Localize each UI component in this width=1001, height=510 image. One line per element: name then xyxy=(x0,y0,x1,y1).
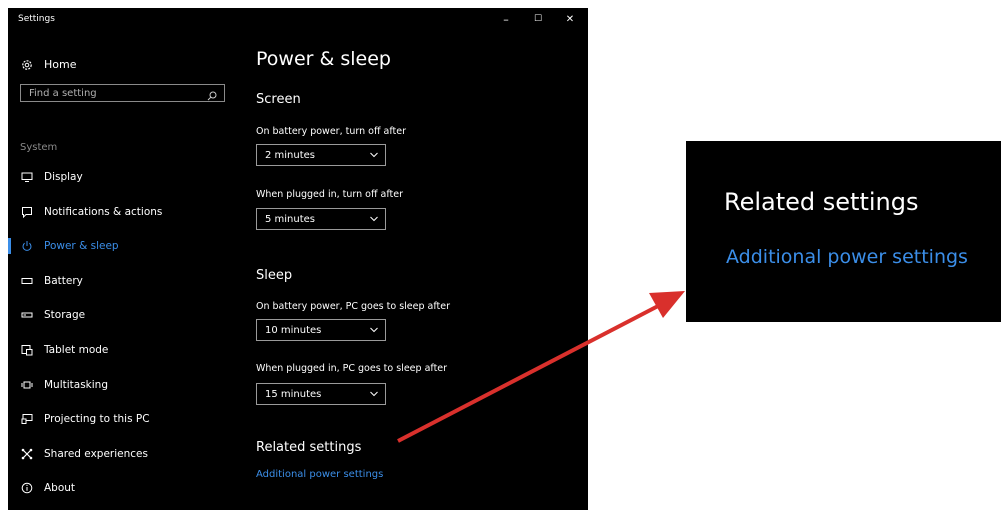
section-label-system: System xyxy=(20,142,58,153)
chevron-down-icon xyxy=(369,150,379,160)
maximize-button[interactable]: ☐ xyxy=(523,10,553,28)
screen-plugged-dropdown[interactable]: 5 minutes xyxy=(256,208,386,230)
additional-power-settings-link[interactable]: Additional power settings xyxy=(256,469,383,480)
search-icon[interactable] xyxy=(206,87,218,101)
sidebar: Home System Display Notifications & acti… xyxy=(8,30,238,510)
callout-heading: Related settings xyxy=(724,188,919,216)
power-icon xyxy=(20,239,34,253)
sleep-plugged-dropdown[interactable]: 15 minutes xyxy=(256,383,386,405)
home-label: Home xyxy=(44,58,77,71)
dropdown-value: 5 minutes xyxy=(265,213,316,225)
multitasking-icon xyxy=(20,378,34,392)
sidebar-item-label: Display xyxy=(44,171,83,183)
gear-icon xyxy=(20,59,34,71)
sidebar-item-label: Notifications & actions xyxy=(44,206,163,218)
title-bar: Settings – ☐ ✕ xyxy=(8,8,588,30)
screen-plugged-label: When plugged in, turn off after xyxy=(256,189,404,200)
chevron-down-icon xyxy=(369,325,379,335)
section-heading-related: Related settings xyxy=(256,440,362,455)
sidebar-item-battery[interactable]: Battery xyxy=(8,270,238,292)
sidebar-item-tablet-mode[interactable]: Tablet mode xyxy=(8,339,238,361)
sidebar-item-label: Projecting to this PC xyxy=(44,413,150,425)
search-input[interactable] xyxy=(21,85,209,101)
sidebar-item-label: Storage xyxy=(44,309,86,321)
callout-link: Additional power settings xyxy=(726,246,968,268)
sidebar-item-notifications[interactable]: Notifications & actions xyxy=(8,201,238,223)
window-title: Settings xyxy=(18,14,55,24)
battery-icon xyxy=(20,274,34,288)
section-heading-sleep: Sleep xyxy=(256,268,293,283)
sleep-battery-dropdown[interactable]: 10 minutes xyxy=(256,319,386,341)
monitor-icon xyxy=(20,170,34,184)
close-button[interactable]: ✕ xyxy=(555,10,585,28)
shared-experiences-icon xyxy=(20,447,34,461)
sidebar-item-display[interactable]: Display xyxy=(8,166,238,188)
sleep-battery-label: On battery power, PC goes to sleep after xyxy=(256,301,451,312)
chevron-down-icon xyxy=(369,389,379,399)
page-title: Power & sleep xyxy=(256,48,391,70)
info-icon xyxy=(20,481,34,495)
tablet-mode-icon xyxy=(20,343,34,357)
sidebar-item-label: Power & sleep xyxy=(44,240,119,252)
minimize-button[interactable]: – xyxy=(491,10,521,28)
sidebar-item-label: Multitasking xyxy=(44,379,109,391)
screen-battery-dropdown[interactable]: 2 minutes xyxy=(256,144,386,166)
dropdown-value: 15 minutes xyxy=(265,388,322,400)
chevron-down-icon xyxy=(369,214,379,224)
sidebar-item-label: Shared experiences xyxy=(44,448,148,460)
notification-icon xyxy=(20,205,34,219)
section-heading-screen: Screen xyxy=(256,92,301,107)
settings-window: Settings – ☐ ✕ Home System Display xyxy=(8,8,588,510)
zoom-callout: Related settings Additional power settin… xyxy=(686,141,1001,322)
sidebar-item-label: About xyxy=(44,482,76,494)
sidebar-item-projecting[interactable]: Projecting to this PC xyxy=(8,408,238,430)
sidebar-item-power-sleep[interactable]: Power & sleep xyxy=(8,235,238,257)
screen-battery-label: On battery power, turn off after xyxy=(256,126,406,137)
sidebar-item-label: Battery xyxy=(44,275,83,287)
storage-icon xyxy=(20,308,34,322)
sidebar-item-multitasking[interactable]: Multitasking xyxy=(8,374,238,396)
dropdown-value: 10 minutes xyxy=(265,324,322,336)
sidebar-item-about[interactable]: About xyxy=(8,477,238,499)
home-link[interactable]: Home xyxy=(20,58,76,71)
main-content: Power & sleep Screen On battery power, t… xyxy=(256,30,588,510)
dropdown-value: 2 minutes xyxy=(265,149,316,161)
sidebar-item-label: Tablet mode xyxy=(44,344,109,356)
sleep-plugged-label: When plugged in, PC goes to sleep after xyxy=(256,363,448,374)
sidebar-item-shared-experiences[interactable]: Shared experiences xyxy=(8,443,238,465)
sidebar-item-storage[interactable]: Storage xyxy=(8,304,238,326)
projecting-icon xyxy=(20,412,34,426)
search-box xyxy=(20,84,225,102)
